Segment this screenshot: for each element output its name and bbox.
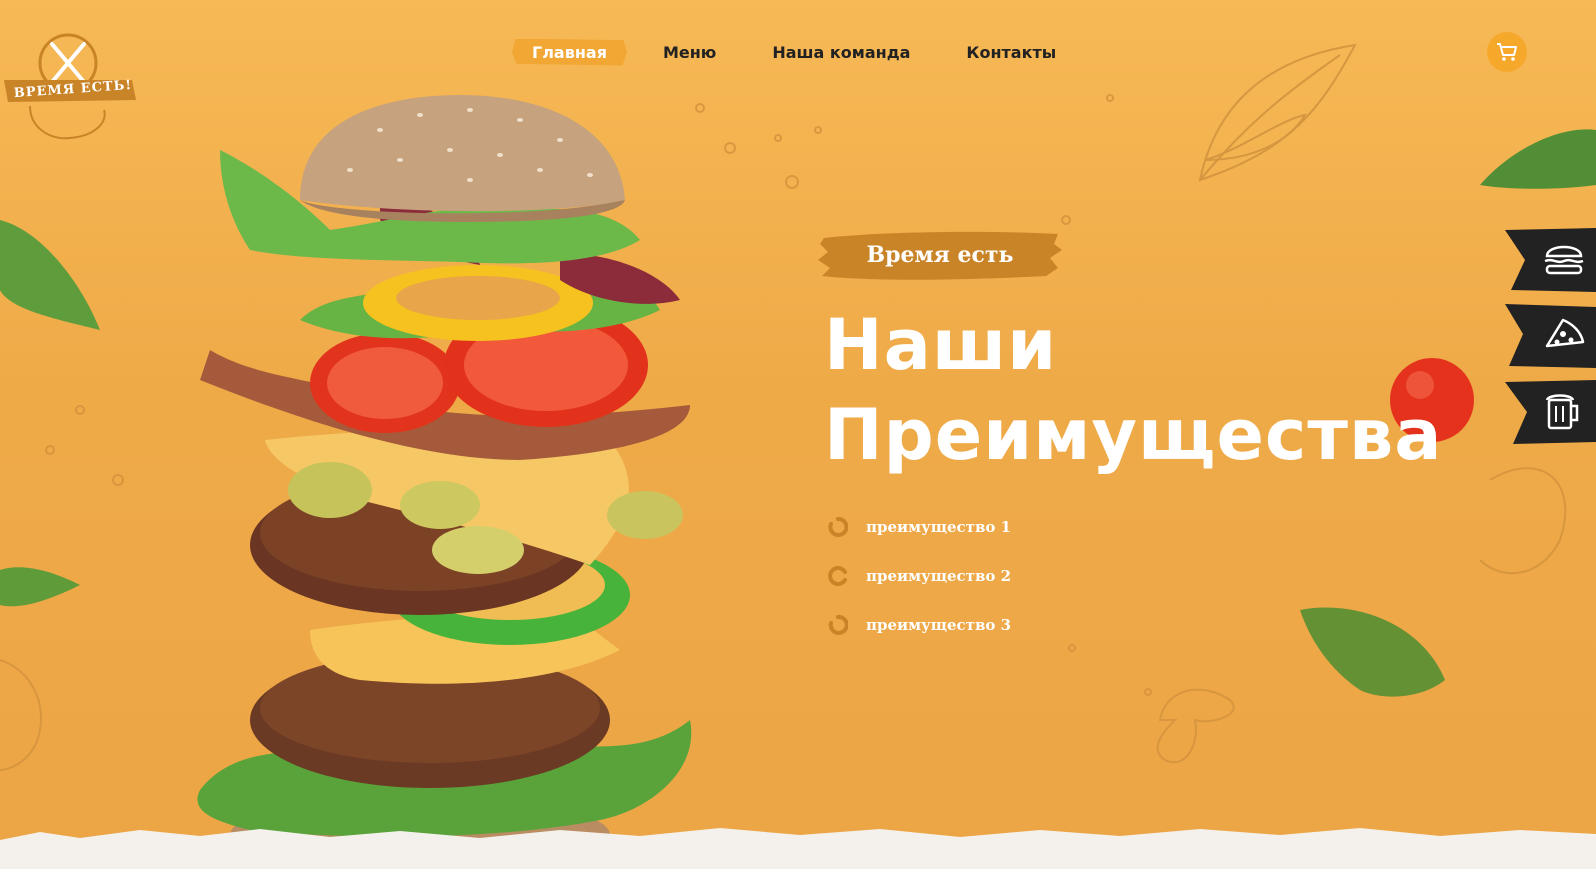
hero-tag: Время есть	[818, 228, 1062, 282]
cart-button[interactable]	[1487, 32, 1527, 72]
hero-title: Наши Преимущества	[824, 300, 1443, 480]
torn-paper-edge	[0, 828, 1596, 869]
spinner-icon	[828, 614, 848, 635]
feature-label: преимущество 3	[866, 615, 1012, 634]
side-category-pizza[interactable]	[1505, 304, 1596, 368]
brand-logo[interactable]: ВРЕМЯ ЕСТЬ!	[0, 18, 140, 143]
side-category-burger[interactable]	[1505, 228, 1596, 292]
cart-icon	[1497, 43, 1517, 61]
pizza-icon	[1545, 318, 1585, 348]
spinner-icon	[828, 516, 848, 537]
burger-icon	[1544, 245, 1584, 275]
fork-knife-icon	[50, 42, 86, 84]
burger-illustration	[197, 95, 692, 869]
features-list: преимущество 1 преимущество 2 преимущест…	[828, 502, 1011, 649]
leaf-doodle	[1198, 43, 1357, 182]
list-item: преимущество 2	[828, 551, 1011, 600]
hero-title-line2: Преимущества	[824, 394, 1443, 476]
side-category-drinks[interactable]	[1505, 380, 1596, 444]
main-nav: Главная Меню Наша команда Контакты	[512, 36, 1092, 68]
nav-item-menu[interactable]: Меню	[643, 37, 736, 68]
feature-label: преимущество 2	[866, 566, 1012, 585]
nav-item-home[interactable]: Главная	[512, 37, 627, 68]
feature-label: преимущество 1	[866, 517, 1012, 536]
nav-item-team[interactable]: Наша команда	[752, 37, 930, 68]
hero-tag-text: Время есть	[866, 242, 1014, 268]
nav-item-contacts[interactable]: Контакты	[946, 37, 1076, 68]
spinner-icon	[828, 565, 847, 586]
list-item: преимущество 3	[828, 600, 1011, 649]
hero-title-line1: Наши	[824, 304, 1058, 386]
beer-icon	[1545, 394, 1579, 430]
list-item: преимущество 1	[828, 502, 1011, 551]
